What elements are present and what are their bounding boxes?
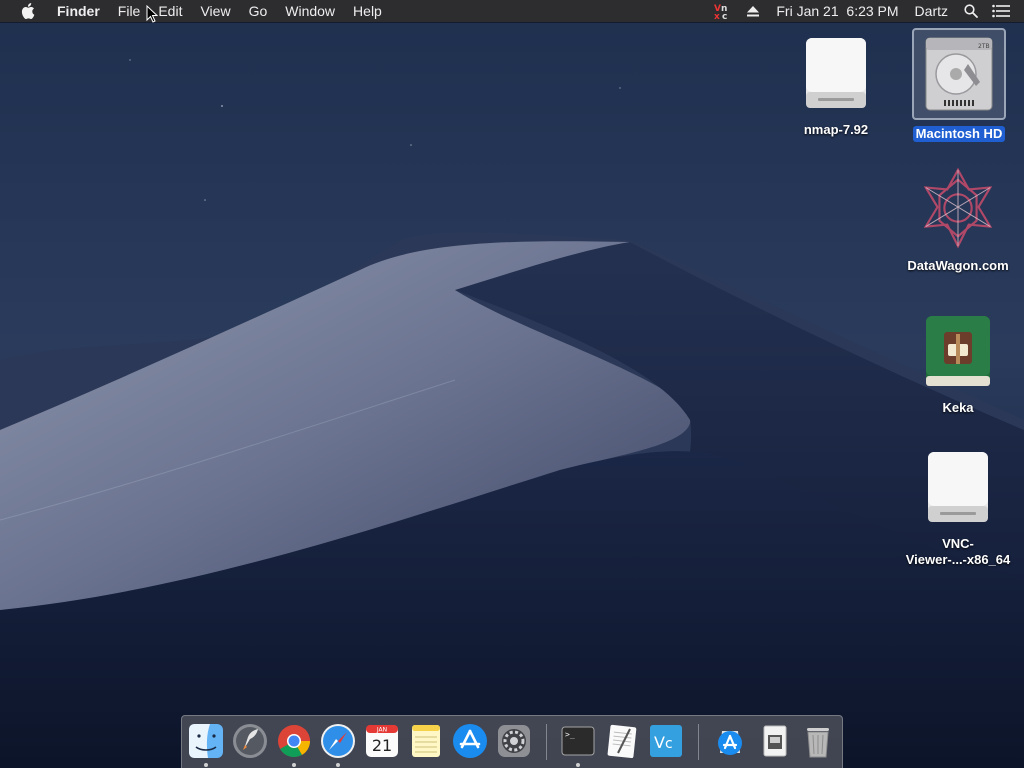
downloads-folder-icon — [718, 731, 742, 755]
launchpad-icon — [233, 724, 267, 758]
safari-icon — [321, 724, 355, 758]
dock-chrome[interactable] — [274, 721, 314, 761]
hard-drive-icon: 2TB — [912, 28, 1006, 120]
dock-vnc-viewer[interactable]: V c — [646, 721, 686, 761]
dock-running-indicator — [204, 763, 208, 767]
menu-view[interactable]: View — [191, 0, 239, 22]
datawagon-logo-icon — [916, 164, 1000, 252]
disk-image-icon — [916, 442, 1000, 530]
dock-notes[interactable] — [406, 721, 446, 761]
vnc-viewer-icon: V c — [650, 725, 682, 757]
keka-app-icon — [916, 306, 1000, 394]
desktop-icon-vnc-viewer[interactable]: VNC- Viewer-...-x86_64 — [896, 442, 1020, 568]
calendar-month: JAN — [376, 727, 387, 734]
dock-launchpad[interactable] — [230, 721, 270, 761]
svg-text:>_: >_ — [565, 730, 575, 739]
dock-finder[interactable] — [186, 721, 226, 761]
menu-bar-user[interactable]: Dartz — [907, 0, 956, 22]
apple-icon[interactable] — [18, 1, 38, 21]
menu-window[interactable]: Window — [276, 0, 344, 22]
mouse-pointer-icon — [146, 4, 159, 28]
vnc-status-icon[interactable]: V n x c — [712, 0, 734, 22]
menu-bar-status-area: V n x c Fri Jan 21 6:23 PM Dartz — [708, 0, 1024, 22]
notification-center-icon[interactable] — [990, 0, 1012, 22]
trash-icon — [807, 728, 829, 758]
desktop-icon-datawagon[interactable]: DataWagon.com — [898, 164, 1018, 274]
dock-separator — [546, 724, 547, 760]
svg-text:c: c — [722, 12, 727, 20]
menu-file[interactable]: File — [109, 0, 150, 22]
desktop-icon-keka[interactable]: Keka — [916, 306, 1000, 416]
dock-safari[interactable] — [318, 721, 358, 761]
svg-text:c: c — [665, 736, 673, 752]
finder-icon — [189, 724, 223, 758]
desktop-icon-label-line1: VNC- — [942, 536, 974, 551]
disk-image-icon — [794, 28, 878, 116]
dock-textedit[interactable] — [602, 721, 642, 761]
desktop-icon-label: VNC- Viewer-...-x86_64 — [903, 536, 1014, 568]
svg-text:V: V — [654, 733, 665, 752]
eject-icon[interactable] — [742, 0, 764, 22]
dock-documents[interactable] — [754, 721, 794, 761]
desktop-icon-nmap[interactable]: nmap-7.92 — [794, 28, 878, 138]
dock: JAN 21 >_ V c — [181, 715, 843, 768]
calendar-icon: JAN 21 — [366, 725, 398, 757]
svg-text:2TB: 2TB — [978, 43, 990, 50]
dock-system-preferences[interactable] — [494, 721, 534, 761]
spotlight-search-icon[interactable] — [960, 0, 982, 22]
textedit-icon — [607, 724, 637, 759]
notes-icon — [412, 725, 440, 757]
desktop-icon-label-line2: Viewer-...-x86_64 — [905, 552, 1011, 567]
desktop-icon-label: Macintosh HD — [912, 126, 1006, 142]
dock-separator — [698, 724, 699, 760]
dock-running-indicator — [576, 763, 580, 767]
desktop-icon-label: DataWagon.com — [907, 258, 1009, 273]
dock-app-store[interactable] — [450, 721, 490, 761]
dock-trash[interactable] — [798, 721, 838, 761]
dock-running-indicator — [336, 763, 340, 767]
menu-go[interactable]: Go — [240, 0, 277, 22]
documents-stack-icon — [763, 725, 787, 757]
chrome-icon — [278, 725, 311, 758]
dock-calendar[interactable]: JAN 21 — [362, 721, 402, 761]
app-store-icon — [453, 724, 487, 758]
svg-text:x: x — [714, 12, 720, 20]
desktop-icon-label: Keka — [942, 400, 974, 415]
dock-downloads[interactable] — [710, 721, 750, 761]
menu-app-finder[interactable]: Finder — [48, 0, 109, 22]
menu-bar-clock[interactable]: Fri Jan 21 6:23 PM — [768, 0, 906, 22]
terminal-icon: >_ — [561, 726, 595, 756]
calendar-day: 21 — [372, 736, 392, 755]
desktop-icon-label: nmap-7.92 — [803, 122, 869, 137]
desktop-icon-macintosh-hd[interactable]: 2TB Macintosh HD — [912, 28, 1006, 142]
dock-terminal[interactable]: >_ — [558, 721, 598, 761]
dock-running-indicator — [292, 763, 296, 767]
menu-help[interactable]: Help — [344, 0, 391, 22]
system-preferences-icon — [498, 725, 530, 757]
